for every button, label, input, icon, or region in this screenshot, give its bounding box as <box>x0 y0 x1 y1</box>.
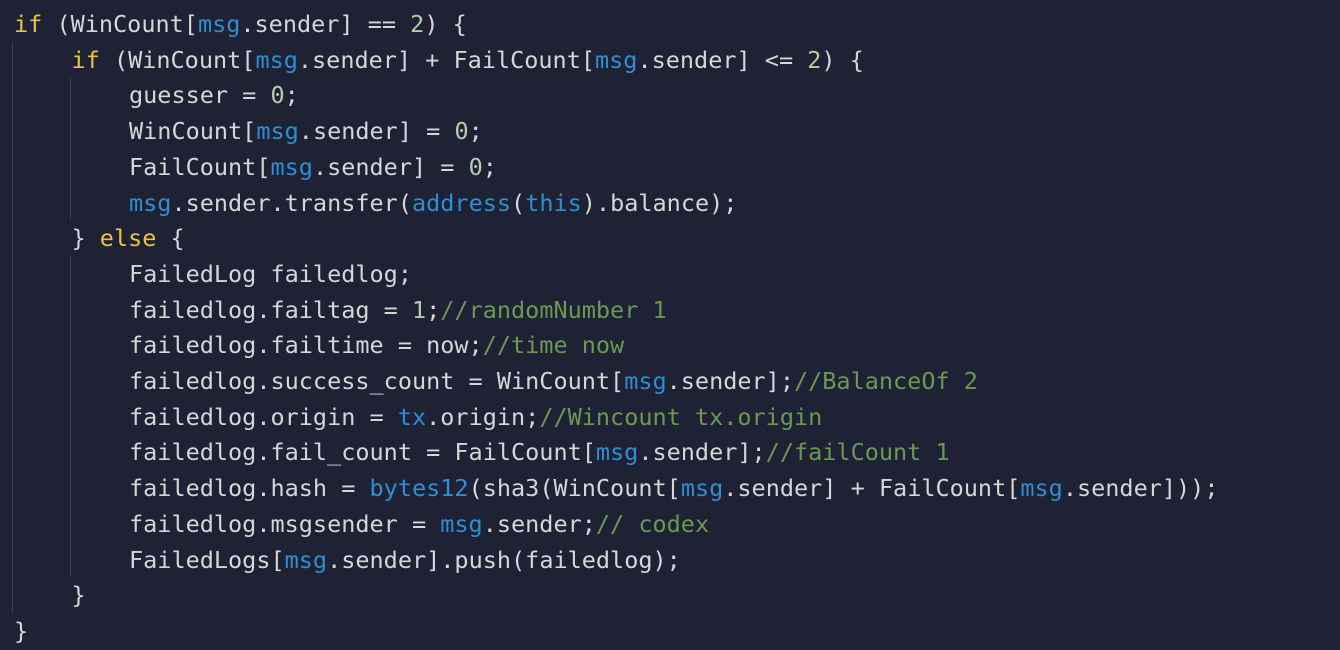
builtin-token: msg <box>440 509 483 538</box>
code-token: .sender] == <box>240 10 411 38</box>
code-token: failedlog.failtime = now; <box>129 331 483 360</box>
builtin-token: msg <box>255 45 298 74</box>
code-token: } <box>71 224 100 253</box>
code-token: .sender] = <box>298 117 455 146</box>
code-token: (sha3(WinCount[ <box>468 474 681 503</box>
code-line: } <box>72 577 86 613</box>
code-line: WinCount[msg.sender] = 0; <box>129 113 483 149</box>
code-token: ; <box>284 81 299 110</box>
code-token: .sender] + FailCount[ <box>723 474 1021 503</box>
code-token: ; <box>482 152 497 181</box>
code-token: failedlog.fail_count = FailCount[ <box>129 438 596 467</box>
code-token: .sender]; <box>666 367 794 395</box>
code-token: failedlog.msgsender = <box>129 509 441 538</box>
indent-guide <box>69 77 71 221</box>
builtin-token: msg <box>1020 474 1063 503</box>
code-token: .sender; <box>482 509 596 538</box>
indent-guide <box>69 255 71 578</box>
code-token: ) { <box>821 45 864 74</box>
code-line: failedlog.success_count = WinCount[msg.s… <box>129 363 978 399</box>
code-token: ( <box>511 188 526 217</box>
code-line: msg.sender.transfer(address(this).balanc… <box>129 185 737 221</box>
code-line: failedlog.failtime = now;//time now <box>129 327 624 363</box>
code-line: failedlog.origin = tx.origin;//Wincount … <box>129 399 822 435</box>
code-token: guesser = <box>129 81 271 110</box>
builtin-token: address <box>411 188 512 217</box>
builtin-token: tx <box>397 402 427 431</box>
code-line: guesser = 0; <box>129 77 299 113</box>
code-token: failedlog.failtag = <box>129 295 412 324</box>
comment-token: //randomNumber 1 <box>440 295 667 324</box>
code-token: FailCount[ <box>129 152 271 181</box>
number-token: 0 <box>468 152 483 181</box>
code-token: failedlog.hash = <box>129 474 370 503</box>
code-token: { <box>156 224 185 253</box>
code-token: .sender].push(failedlog); <box>327 545 681 574</box>
comment-token: //time now <box>482 331 625 360</box>
code-token: .sender] + FailCount[ <box>297 45 596 74</box>
code-token: .sender.transfer( <box>171 188 412 217</box>
number-token: 0 <box>454 117 469 146</box>
number-token: 1 <box>411 295 427 324</box>
code-token: .sender])); <box>1062 474 1219 503</box>
code-token: .sender] = <box>312 152 469 181</box>
builtin-token: msg <box>680 474 724 503</box>
number-token: 2 <box>410 10 425 38</box>
comment-token: //BalanceOf 2 <box>793 367 978 395</box>
keyword-token: if <box>14 10 43 38</box>
code-editor[interactable]: if (WinCount[msg.sender] == 2) {if (WinC… <box>0 0 1340 650</box>
code-line: failedlog.failtag = 1;//randomNumber 1 <box>129 292 667 328</box>
code-line: } <box>14 613 28 649</box>
keyword-token: if <box>71 45 100 74</box>
code-line: if (WinCount[msg.sender] == 2) { <box>14 6 467 42</box>
code-token: } <box>71 581 86 610</box>
code-token: .sender] <= <box>637 45 808 74</box>
code-token: ).balance); <box>581 188 738 217</box>
builtin-token: bytes12 <box>369 474 469 503</box>
code-line: FailCount[msg.sender] = 0; <box>129 149 497 185</box>
builtin-token: msg <box>129 188 172 217</box>
keyword-token: else <box>99 224 157 253</box>
code-line: if (WinCount[msg.sender] + FailCount[msg… <box>72 42 864 78</box>
builtin-token: msg <box>197 10 241 38</box>
code-token: .origin; <box>426 402 540 431</box>
builtin-token: msg <box>595 438 639 467</box>
code-token: } <box>14 616 29 645</box>
number-token: 2 <box>807 45 822 74</box>
code-line: FailedLog failedlog; <box>129 256 412 292</box>
code-token: ; <box>468 117 483 146</box>
code-line: failedlog.fail_count = FailCount[msg.sen… <box>129 434 950 470</box>
comment-token: // codex <box>595 509 710 538</box>
code-line: FailedLogs[msg.sender].push(failedlog); <box>129 542 681 578</box>
builtin-token: msg <box>624 367 667 395</box>
code-token: ; <box>426 295 441 324</box>
code-token: failedlog.origin = <box>129 402 398 431</box>
builtin-token: this <box>525 188 582 217</box>
builtin-token: msg <box>256 117 299 146</box>
comment-token: //Wincount tx.origin <box>539 402 823 431</box>
code-token: (WinCount[ <box>99 45 256 74</box>
code-token: failedlog.success_count = WinCount[ <box>129 367 625 395</box>
code-token: (WinCount[ <box>42 10 198 38</box>
comment-token: //failCount 1 <box>765 438 950 467</box>
code-token: WinCount[ <box>129 117 257 146</box>
code-token: FailedLogs[ <box>129 545 285 574</box>
number-token: 0 <box>270 81 285 110</box>
indent-guide <box>12 41 13 613</box>
builtin-token: msg <box>595 45 638 74</box>
code-line: } else { <box>72 220 185 256</box>
code-token: .sender]; <box>638 438 766 467</box>
code-line: failedlog.msgsender = msg.sender;// code… <box>129 506 709 542</box>
code-token: FailedLog failedlog; <box>129 259 412 288</box>
code-line: failedlog.hash = bytes12(sha3(WinCount[m… <box>129 470 1218 506</box>
builtin-token: msg <box>284 545 328 574</box>
code-token: ) { <box>424 10 467 38</box>
builtin-token: msg <box>270 152 313 181</box>
